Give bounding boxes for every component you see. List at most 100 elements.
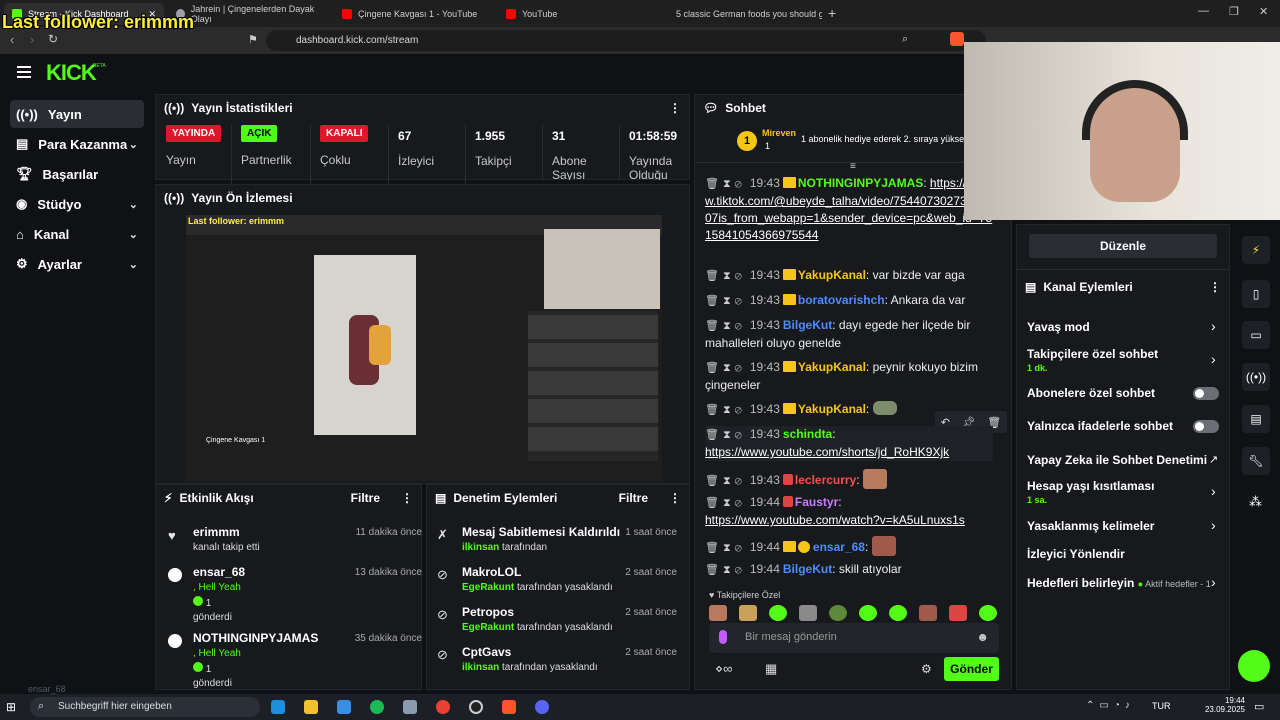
msg-user[interactable]: BilgeKut [783, 318, 832, 332]
zoom-icon[interactable]: ⌕ [902, 33, 908, 46]
chevron-right-icon[interactable]: › [1211, 318, 1216, 334]
more-options-icon[interactable]: ⋮ [669, 491, 681, 505]
subscriber-only-toggle[interactable] [1193, 387, 1219, 400]
tab-youtube[interactable]: YouTube [498, 3, 658, 25]
sidebar-item-yayin[interactable]: ((•)) Yayın [10, 100, 144, 128]
system-tray-icons[interactable]: ⌃▭◔♪ [1086, 700, 1135, 711]
action-ai-moderation[interactable]: Yapay Zeka ile Sohbet Denetimi [1027, 453, 1222, 467]
action-follower-only[interactable]: Takipçilere özel sohbet 1 dk. [1027, 347, 1222, 373]
moderator-name[interactable]: ilkinsan [462, 542, 499, 553]
action-account-age[interactable]: Hesap yaşı kısıtlaması 1 sa. [1027, 479, 1222, 505]
tab-german-foods[interactable]: 5 classic German foods you should g [662, 3, 822, 25]
sidebar-item-basarilar[interactable]: 🏆︎ Başarılar [10, 160, 144, 188]
explorer-icon[interactable] [304, 700, 318, 714]
clock[interactable]: 19:44 23.09.2025 [1203, 696, 1245, 714]
more-options-icon[interactable]: ⋮ [1209, 280, 1221, 294]
edit-button[interactable]: Düzenle [1029, 234, 1217, 258]
moderator-name[interactable]: EgeRakunt [462, 582, 514, 593]
chat-settings-icon[interactable]: ⚙ [921, 662, 932, 676]
sidebar-item-para-kazanma[interactable]: ▤ Para Kazanma ⌄ [10, 130, 144, 158]
send-button[interactable]: Gönder [944, 657, 999, 681]
mod-tools-icon[interactable]: 🗑︎⧗⊘ [705, 362, 746, 374]
mod-tools-icon[interactable]: 🗑︎⧗⊘ [705, 270, 746, 282]
mod-tools-icon[interactable]: 🗑︎⧗⊘ [705, 475, 746, 487]
kick-emotes-icon[interactable]: ⋄∞ [715, 661, 732, 677]
emoji-icon[interactable]: ☻ [976, 630, 989, 644]
help-chat-icon[interactable] [1238, 650, 1270, 682]
emote-icon[interactable] [979, 605, 997, 621]
taskbar-search[interactable]: ⌕ Suchbegriff hier eingeben [30, 697, 260, 717]
action-slow-mode[interactable]: Yavaş mod [1027, 320, 1222, 334]
msg-user[interactable]: schindta [783, 427, 832, 441]
spotify-icon[interactable] [370, 700, 384, 714]
more-options-icon[interactable]: ⋮ [669, 101, 681, 115]
obs-icon[interactable] [469, 700, 483, 714]
chevron-right-icon[interactable]: › [1211, 517, 1216, 533]
action-banned-words[interactable]: Yasaklanmış kelimeler [1027, 519, 1222, 533]
emote-icon[interactable] [769, 605, 787, 621]
mod-tools-icon[interactable]: 🗑︎⧗⊘ [705, 497, 746, 509]
window-close-icon[interactable]: ✕ [1259, 5, 1268, 18]
emote-icon[interactable] [919, 605, 937, 621]
edge-icon[interactable] [271, 700, 285, 714]
moderator-name[interactable]: ilkinsan [462, 662, 499, 673]
chevron-right-icon[interactable]: › [1211, 574, 1216, 590]
emote-only-toggle[interactable] [1193, 420, 1219, 433]
msg-user[interactable]: Faustyr [795, 495, 838, 509]
back-icon[interactable]: ‹ [10, 32, 14, 47]
rail-notes-icon[interactable]: ▯ [1242, 280, 1270, 308]
forward-icon[interactable]: › [30, 32, 34, 47]
bookmark-icon[interactable]: ⚑ [248, 33, 258, 46]
action-goals[interactable]: Hedefleri belirleyin ● Aktif hedefler - … [1027, 576, 1227, 590]
moderator-name[interactable]: EgeRakunt [462, 622, 514, 633]
mod-tools-icon[interactable]: 🗑︎⧗⊘ [705, 404, 746, 416]
external-link-icon[interactable]: ↗ [1209, 453, 1218, 466]
kick-logo[interactable]: KICK [46, 60, 97, 86]
calculator-icon[interactable] [403, 700, 417, 714]
restore-icon[interactable]: ❐ [1229, 5, 1239, 18]
preview-video[interactable]: Last follower: erimmm Çingene Kavgası 1 [186, 215, 662, 481]
msg-user[interactable]: YakupKanal [798, 402, 866, 416]
sidebar-item-studyo[interactable]: ◉ Stüdyo ⌄ [10, 190, 144, 218]
emote-icon[interactable] [949, 605, 967, 621]
notification-icon[interactable]: ▭ [1254, 700, 1264, 713]
rail-apps-icon[interactable]: ⁂ [1249, 494, 1262, 510]
reload-icon[interactable]: ↻ [48, 32, 58, 46]
rail-layout-icon[interactable]: ▤ [1242, 405, 1270, 433]
chevron-right-icon[interactable]: › [1211, 351, 1216, 367]
emote-icon[interactable] [739, 605, 757, 621]
tab-youtube-video[interactable]: Çingene Kavgası 1 - YouTube [334, 3, 494, 25]
msg-user[interactable]: BilgeKut [783, 562, 832, 576]
msg-link[interactable]: https://www.youtube.com/shorts/jd_RoHK9X… [705, 445, 949, 459]
mod-tools-icon[interactable]: 🗑︎⧗⊘ [705, 542, 746, 554]
activity-filter-button[interactable]: Filtre [351, 491, 380, 505]
sidebar-item-kanal[interactable]: ⌂ Kanal ⌄ [10, 220, 144, 248]
msg-user[interactable]: NOTHINGINPYJAMAS [798, 176, 923, 190]
msg-user[interactable]: ensar_68 [813, 540, 865, 554]
mod-tools-icon[interactable]: 🗑︎⧗⊘ [705, 564, 746, 576]
emote-icon[interactable] [709, 605, 727, 621]
emote-icon[interactable] [889, 605, 907, 621]
msg-user[interactable]: leclercurry [795, 473, 856, 487]
mod-tools-icon[interactable]: 🗑︎⧗⊘ [705, 429, 746, 441]
msg-link[interactable]: https://www.youtube.com/watch?v=kA5uLnux… [705, 513, 965, 527]
msg-user[interactable]: boratovarishch [798, 293, 885, 307]
chat-input[interactable]: Bir mesaj gönderin ☻ [709, 623, 999, 653]
mod-tools-icon[interactable]: 🗑︎⧗⊘ [705, 295, 746, 307]
more-options-icon[interactable]: ⋮ [401, 491, 413, 505]
rail-wrench-icon[interactable]: 🔧︎ [1242, 447, 1270, 475]
chevron-right-icon[interactable]: › [1211, 483, 1216, 499]
rail-bolt-icon[interactable]: ⚡︎ [1242, 236, 1270, 264]
pinned-user[interactable]: Mireven [762, 128, 796, 138]
discord-icon[interactable] [535, 700, 549, 714]
mail-icon[interactable] [337, 700, 351, 714]
msg-user[interactable]: YakupKanal [798, 268, 866, 282]
new-tab-icon[interactable]: + [828, 5, 836, 21]
action-raid[interactable]: İzleyici Yönlendir [1027, 547, 1222, 561]
rail-broadcast-icon[interactable]: ((•)) [1242, 363, 1270, 391]
windows-start-icon[interactable]: ⊞ [6, 700, 16, 714]
rail-chat-icon[interactable]: ▭ [1242, 321, 1270, 349]
sidebar-item-ayarlar[interactable]: ⚙ Ayarlar ⌄ [10, 250, 144, 278]
brave-icon[interactable] [502, 700, 516, 714]
microphone-icon[interactable] [719, 630, 727, 644]
